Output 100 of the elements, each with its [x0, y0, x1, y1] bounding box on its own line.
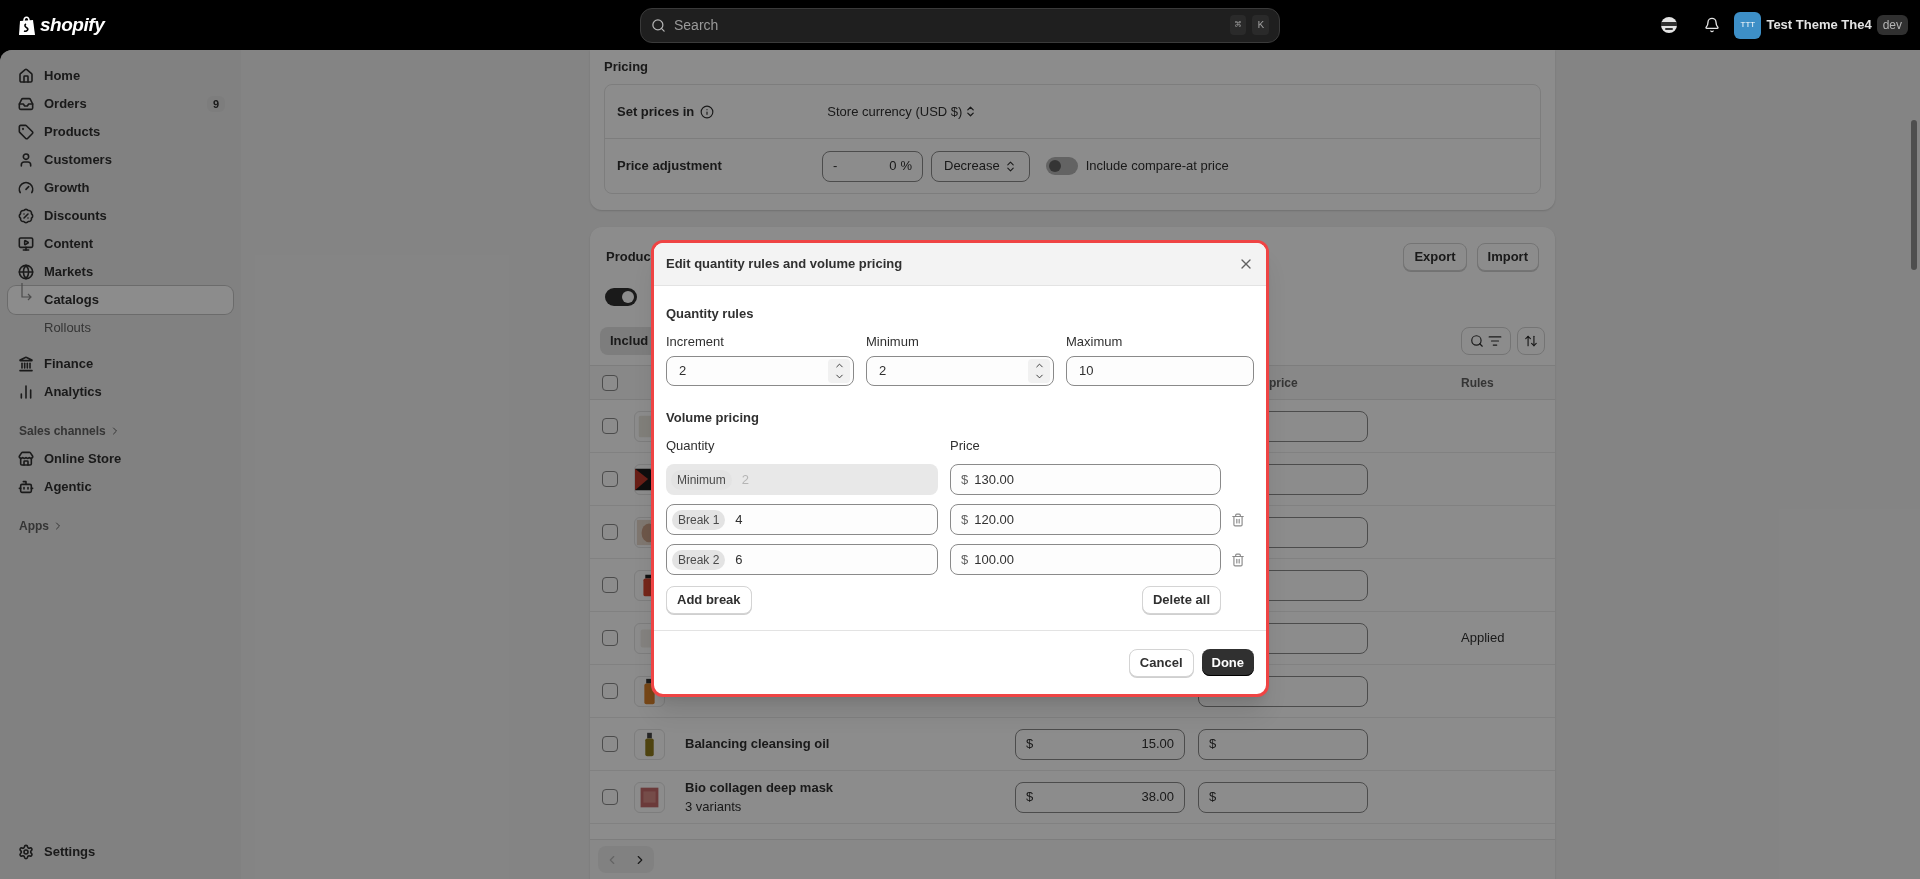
number-field[interactable]: 2	[666, 356, 854, 386]
checkbox[interactable]	[602, 471, 618, 487]
checkbox[interactable]	[602, 789, 618, 805]
column-label: Quantity	[666, 437, 716, 454]
number-field[interactable]: 2	[866, 356, 1054, 386]
price-field[interactable]: $ 100.00	[950, 544, 1221, 575]
compare-price-field[interactable]: $	[1198, 728, 1368, 760]
notification-bell-icon[interactable]	[1704, 17, 1721, 33]
section-heading[interactable]: Apps	[8, 512, 233, 540]
price-field[interactable]: $ 38.00	[1015, 781, 1185, 813]
quantity-field[interactable]: Break 2 6	[666, 544, 938, 575]
action-button[interactable]: Import	[1476, 243, 1539, 271]
search-filter-button[interactable]	[1461, 327, 1511, 355]
field-label: Minimum	[866, 333, 919, 350]
checkbox[interactable]	[602, 418, 618, 434]
price-field[interactable]: $ 120.00	[950, 504, 1221, 535]
gear-icon	[18, 844, 34, 860]
nav-item[interactable]: Home	[8, 62, 233, 90]
checkbox[interactable]	[602, 683, 618, 699]
delete-icon[interactable]	[1230, 552, 1245, 567]
search-icon	[1470, 334, 1484, 348]
environment-badge: dev	[1876, 15, 1908, 35]
sort-icon	[1524, 334, 1538, 348]
search-icon	[651, 17, 666, 33]
gauge-icon	[18, 180, 34, 196]
field-label: Increment	[666, 333, 724, 350]
stepper-icon[interactable]	[828, 359, 850, 383]
field-label: Price adjustment	[617, 157, 723, 176]
number-field[interactable]: 10	[1066, 356, 1254, 386]
toggle-switch[interactable]	[1045, 157, 1078, 175]
currency-select[interactable]: Store currency (USD $)	[827, 101, 978, 122]
nav-item[interactable]: Customers	[8, 146, 233, 174]
action-button[interactable]: Export	[1403, 243, 1467, 271]
stepper-icon[interactable]	[1028, 359, 1050, 383]
card-title: Produc	[606, 248, 651, 267]
field-label: Maximum	[1066, 333, 1123, 350]
nav-item[interactable]: Online Store	[8, 445, 233, 473]
globe-icon	[18, 264, 34, 280]
nav-item[interactable]: Content	[8, 230, 233, 258]
nav-item[interactable]: Agentic	[8, 473, 233, 501]
nav-item[interactable]: Products	[8, 118, 233, 146]
monitor-icon	[18, 236, 34, 252]
count-badge: 9	[206, 95, 225, 113]
quantity-field[interactable]: Break 1 4	[666, 504, 938, 535]
delete-all-button[interactable]: Delete all	[1141, 586, 1221, 614]
nav-item[interactable]: Settings	[8, 838, 233, 866]
bar-chart-icon	[18, 384, 34, 400]
checkbox[interactable]	[602, 374, 618, 391]
product-name[interactable]: Bio collagen deep mask	[685, 777, 1015, 797]
checkbox[interactable]	[602, 736, 618, 752]
checkbox[interactable]	[602, 630, 618, 646]
nav-item[interactable]: Catalogs	[8, 286, 233, 314]
shortcut-key: K	[1252, 14, 1269, 36]
nav-item[interactable]: Analytics	[8, 378, 233, 406]
checkbox[interactable]	[602, 524, 618, 540]
nav-item[interactable]: Rollouts	[8, 314, 233, 342]
tier-tag: Break 1	[672, 509, 726, 530]
nav-item[interactable]: Orders 9	[8, 90, 233, 118]
tier-tag: Break 2	[672, 549, 726, 570]
rules-status: Applied	[1461, 629, 1505, 648]
nav-item[interactable]: Discounts	[8, 202, 233, 230]
cancel-button[interactable]: Cancel	[1128, 649, 1194, 677]
mask-icon[interactable]	[1660, 16, 1679, 34]
product-name[interactable]: Balancing cleansing oil	[685, 734, 1015, 754]
checkbox[interactable]	[602, 577, 618, 593]
compare-price-field[interactable]: $	[1198, 781, 1368, 813]
home-icon	[18, 68, 34, 84]
add-break-button[interactable]: Add break	[666, 586, 752, 614]
store-name[interactable]: Test Theme The4	[1766, 15, 1872, 35]
nav-item[interactable]: Growth	[8, 174, 233, 202]
delete-icon[interactable]	[1230, 512, 1245, 527]
section-heading[interactable]: Sales channels	[8, 417, 233, 445]
shopping-bag-icon	[18, 14, 36, 36]
nav-item[interactable]: Markets	[8, 258, 233, 286]
tag-icon	[18, 124, 34, 140]
toggle-label: Include compare-at price	[1085, 157, 1229, 176]
sort-button[interactable]	[1517, 327, 1545, 355]
filter-icon	[1488, 334, 1502, 348]
tier-tag: Minimum	[671, 469, 732, 490]
direction-select[interactable]: Decrease	[931, 150, 1030, 182]
search-field[interactable]: Search ⌘ K	[640, 7, 1280, 43]
column-header: price	[1269, 375, 1298, 390]
nav-item[interactable]: Finance	[8, 350, 233, 378]
shortcut-key: ⌘	[1229, 14, 1247, 36]
section-title: Volume pricing	[666, 409, 759, 426]
toggle-switch[interactable]	[605, 288, 637, 306]
modal-title: Edit quantity rules and volume pricing	[666, 255, 903, 274]
variant-count: 3 variants	[685, 798, 743, 816]
percent-field[interactable]: - 0 %	[822, 150, 923, 182]
logo-text[interactable]: shopify	[40, 10, 105, 40]
card-title: Pricing	[604, 58, 649, 76]
price-field[interactable]: $ 15.00	[1015, 728, 1185, 760]
branch-arrow-icon	[18, 283, 34, 303]
section-title: Quantity rules	[666, 305, 754, 322]
done-button[interactable]: Done	[1201, 649, 1254, 676]
inbox-icon	[18, 96, 34, 112]
person-icon	[18, 152, 34, 168]
info-icon[interactable]	[700, 104, 715, 119]
store-avatar[interactable]: TTT	[1734, 11, 1762, 39]
scrollbar-thumb[interactable]	[1911, 120, 1917, 270]
